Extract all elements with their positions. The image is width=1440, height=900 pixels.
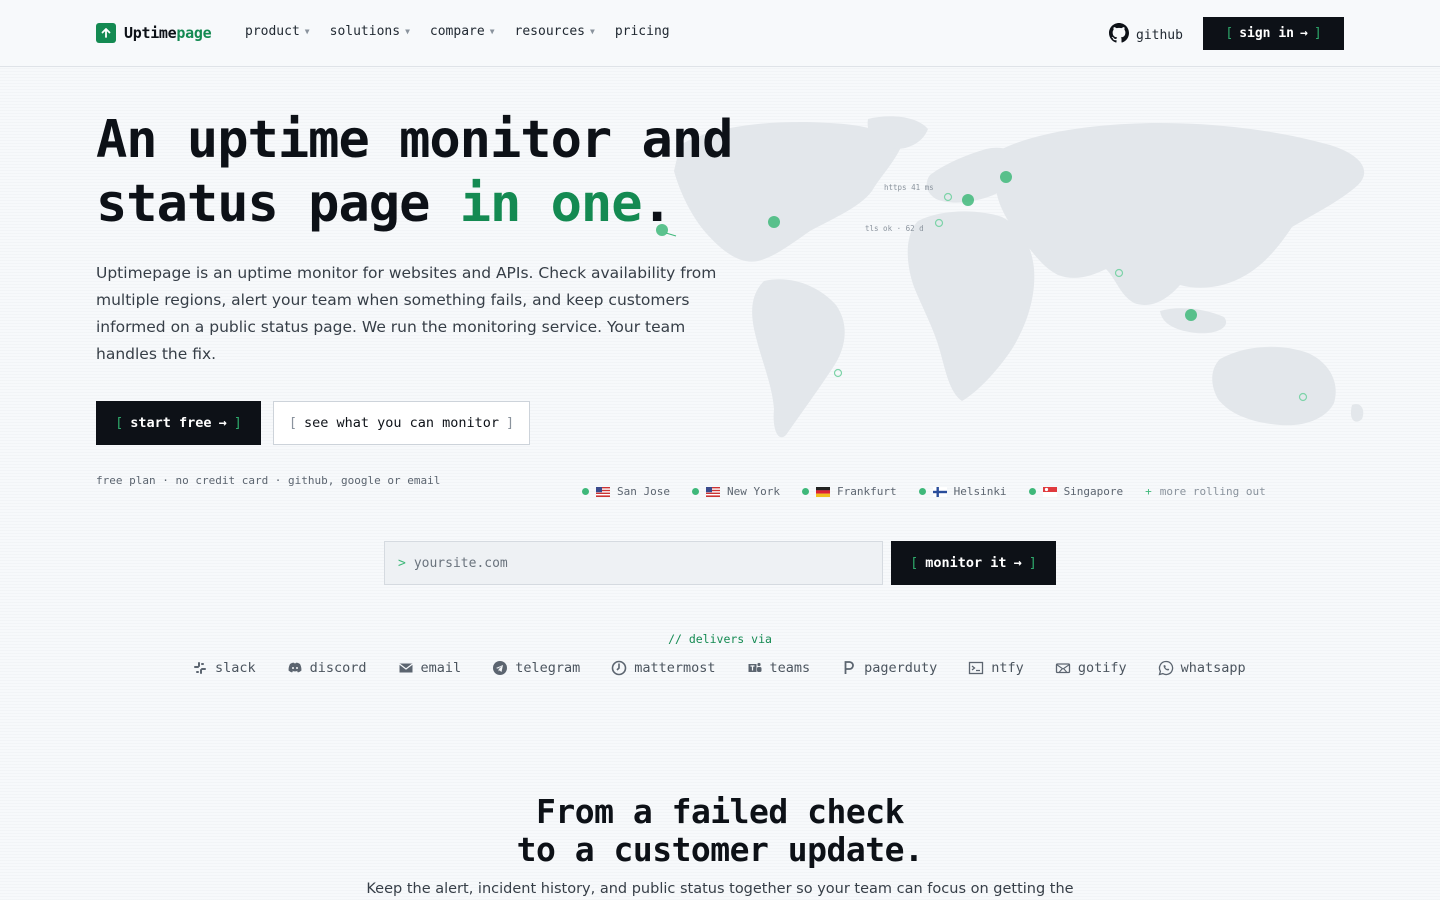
teams-icon (748, 662, 761, 672)
section-description: Keep the alert, incident history, and pu… (366, 881, 1074, 897)
section-title: From a failed check to a customer update… (516, 792, 924, 869)
github-icon (1109, 23, 1129, 47)
sg-flag-icon (1042, 486, 1057, 497)
integration-slack[interactable]: slack (192, 660, 256, 676)
marker-helsinki (1000, 171, 1012, 183)
chevron-down-icon: ▼ (304, 27, 310, 36)
integration-teams[interactable]: teams (747, 660, 810, 676)
chevron-down-icon: ▼ (405, 27, 410, 36)
map-annotation-tls: tls ok · 62 d (865, 224, 924, 233)
us-flag-icon (596, 486, 610, 497)
chevron-down-icon: ▼ (589, 27, 595, 36)
regions-list: San Jose New York Frankfurt Helsinki Sin… (582, 485, 1266, 498)
integrations-list: slack discord email telegram mattermost … (192, 660, 1246, 676)
map-australia (1212, 346, 1336, 426)
nav-product[interactable]: product ▼ (245, 24, 310, 39)
arrow-right-icon: → (1299, 26, 1308, 41)
email-icon (398, 663, 413, 673)
hero-description: Uptimepage is an uptime monitor for webs… (96, 264, 717, 363)
github-label: github (1136, 27, 1183, 43)
region-san-jose: San Jose (582, 485, 670, 498)
integration-gotify[interactable]: gotify (1055, 660, 1127, 676)
discord-icon (288, 662, 302, 673)
logo-text: Uptimepage (124, 24, 212, 42)
main-nav: product ▼ solutions ▼ compare ▼ resources ▼ … (245, 24, 670, 39)
chevron-down-icon: ▼ (489, 27, 495, 36)
marker-singapore (1185, 309, 1197, 321)
arrow-right-icon: → (218, 415, 227, 431)
fi-flag-icon (932, 486, 947, 497)
status-dot (918, 488, 926, 495)
de-flag-icon (815, 486, 830, 497)
integration-pagerduty[interactable]: pagerduty (841, 660, 937, 676)
status-dot (691, 488, 699, 495)
marker-ring-4 (833, 368, 843, 378)
status-dot (1028, 488, 1036, 495)
map-annotation-https: https 41 ms (884, 183, 934, 192)
map-africa (907, 211, 1035, 401)
integration-whatsapp[interactable]: whatsapp (1158, 660, 1246, 676)
monitor-it-button[interactable]: [ monitor it → ] (891, 541, 1056, 585)
start-free-button[interactable]: [ start free → ] (96, 401, 261, 445)
mattermost-icon (611, 660, 627, 676)
monitor-it-label: monitor it (925, 555, 1007, 571)
nav-pricing[interactable]: pricing (615, 24, 670, 39)
map-new-zealand (1350, 403, 1364, 422)
ntfy-icon (969, 661, 984, 675)
us-flag-icon (705, 486, 720, 497)
integration-email[interactable]: email (398, 660, 461, 676)
map-south-america (752, 279, 845, 438)
region-helsinki: Helsinki (918, 485, 1007, 498)
arrow-right-icon: → (1013, 555, 1022, 571)
prompt-icon: > (398, 555, 406, 571)
start-free-label: start free (130, 415, 212, 431)
pagerduty-icon (844, 661, 855, 674)
sign-in-label: sign in (1239, 26, 1294, 41)
integration-mattermost[interactable]: mattermost (611, 660, 716, 676)
nav-resources[interactable]: resources ▼ (515, 24, 595, 39)
regions-more: + more rolling out (1145, 485, 1266, 498)
delivers-via-label: // delivers via (668, 632, 772, 646)
marker-frankfurt (962, 194, 974, 206)
status-dot (582, 488, 589, 495)
hero-title: An uptime monitor and status page in one… (96, 110, 733, 234)
slack-icon (194, 662, 206, 674)
region-new-york: New York (691, 485, 780, 498)
signup-fineprint: free plan · no credit card · github, goo… (96, 474, 441, 487)
top-navigation-bar: Uptimepage product ▼ solutions ▼ compare ▼ … (0, 0, 1440, 67)
nav-compare[interactable]: compare ▼ (430, 24, 495, 39)
sign-in-button[interactable]: [ sign in → ] (1203, 17, 1344, 50)
integration-telegram[interactable]: telegram (492, 660, 580, 676)
monitor-url-field[interactable]: > (384, 541, 883, 585)
integration-ntfy[interactable]: ntfy (968, 660, 1024, 676)
plus-icon: + (1145, 485, 1152, 498)
region-singapore: Singapore (1028, 485, 1123, 498)
whatsapp-icon (1158, 660, 1173, 676)
region-frankfurt: Frankfurt (801, 485, 897, 498)
see-monitor-button[interactable]: [ see what you can monitor ] (273, 401, 530, 445)
url-input[interactable] (413, 555, 834, 571)
github-link[interactable]: github (1109, 23, 1183, 47)
gotify-icon (1055, 663, 1070, 674)
status-dot (801, 488, 809, 495)
telegram-icon (493, 661, 508, 675)
integration-discord[interactable]: discord (287, 660, 367, 676)
see-monitor-label: see what you can monitor (303, 415, 500, 431)
map-asia (994, 123, 1365, 305)
logo[interactable]: Uptimepage (96, 22, 212, 44)
logo-arrow-icon (96, 23, 116, 43)
nav-solutions[interactable]: solutions ▼ (330, 24, 410, 39)
